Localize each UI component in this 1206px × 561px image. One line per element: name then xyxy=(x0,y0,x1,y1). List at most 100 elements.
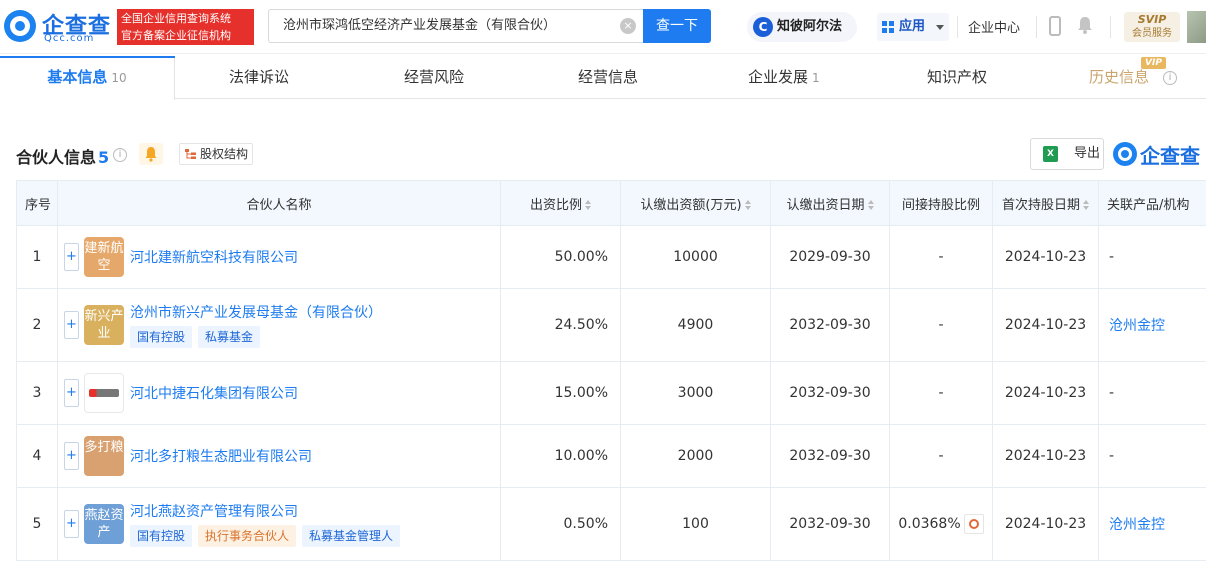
cell-ratio: 15.00% xyxy=(500,361,621,425)
company-name-link[interactable]: 沧州市新兴产业发展母基金（有限合伙） xyxy=(130,302,382,322)
table-row: 1 + 建新航空 河北建新航空科技有限公司 50.00% 10000 2029-… xyxy=(16,225,1206,289)
cell-partner: + 燕赵资产 河北燕赵资产管理有限公司 国有控股 执行事务合伙人 私募基金管理人 xyxy=(57,487,501,561)
equity-tree-icon xyxy=(185,149,196,159)
company-tags: 国有控股 执行事务合伙人 私募基金管理人 xyxy=(130,525,406,547)
table-row: 3 + 河北中捷石化集团有限公司 15.00% 3000 2032-09-30 … xyxy=(16,361,1206,425)
col-header-index: 序号 xyxy=(16,180,58,226)
sort-icon xyxy=(585,200,591,210)
svip-button[interactable]: SVIP 会员服务 xyxy=(1124,12,1180,42)
tab-business-info[interactable]: 经营信息 xyxy=(578,56,638,99)
apps-menu-button[interactable]: 应用 xyxy=(877,13,949,41)
cell-amount: 4900 xyxy=(620,288,771,362)
search-input[interactable]: 沧州市琛鸿低空经济产业发展基金（有限合伙） xyxy=(268,9,643,43)
cell-indirect: - xyxy=(889,288,993,362)
holding-chain-icon[interactable] xyxy=(963,514,984,534)
cell-partner: + 建新航空 河北建新航空科技有限公司 xyxy=(57,225,501,289)
equity-structure-label: 股权结构 xyxy=(200,147,249,161)
cell-indirect: 0.0368% xyxy=(889,487,993,561)
tab-label: 经营风险 xyxy=(404,68,465,86)
company-logo[interactable]: 建新航空 xyxy=(84,237,124,277)
expand-plus-icon[interactable]: + xyxy=(64,379,79,407)
related-org-link[interactable]: 沧州金控 xyxy=(1109,517,1165,533)
tab-ip[interactable]: 知识产权 xyxy=(927,56,987,99)
col-header-label: 认缴出资日期 xyxy=(786,197,865,213)
brand-watermark: 企查查 xyxy=(1113,140,1206,170)
company-name-link[interactable]: 河北多打粮生态肥业有限公司 xyxy=(130,446,312,466)
company-logo[interactable]: 多打粮 xyxy=(84,436,124,476)
tab-basic-info[interactable]: 基本信息 10 xyxy=(0,56,175,100)
header-divider xyxy=(1110,16,1111,38)
cell-index: 1 xyxy=(16,225,58,289)
tag-state-owned[interactable]: 国有控股 xyxy=(130,326,193,348)
cell-ratio: 10.00% xyxy=(500,424,621,488)
cell-partner: + 新兴产业 沧州市新兴产业发展母基金（有限合伙） 国有控股 私募基金 xyxy=(57,288,501,362)
col-header-ratio[interactable]: 出资比例 xyxy=(500,180,621,226)
col-header-name: 合伙人名称 xyxy=(57,180,501,226)
col-header-date[interactable]: 认缴出资日期 xyxy=(770,180,890,226)
cell-index: 4 xyxy=(16,424,58,488)
notification-bell-icon[interactable] xyxy=(1076,15,1094,35)
company-name-link[interactable]: 河北燕赵资产管理有限公司 xyxy=(130,501,298,521)
apps-grid-icon xyxy=(882,21,894,33)
user-avatar[interactable] xyxy=(1187,11,1206,43)
cell-first-date: 2024-10-23 xyxy=(992,487,1099,561)
cell-date: 2032-09-30 xyxy=(770,424,890,488)
col-header-amount[interactable]: 认缴出资额(万元) xyxy=(620,180,771,226)
slogan-banner: 全国企业信用查询系统 官方备案企业征信机构 xyxy=(117,9,254,45)
business-center-link[interactable]: 企业中心 xyxy=(968,17,1020,36)
cell-related: - xyxy=(1098,225,1206,289)
cell-index: 5 xyxy=(16,487,58,561)
zbae-button[interactable]: C 知彼阿尔法 xyxy=(747,12,857,42)
tab-litigation[interactable]: 法律诉讼 xyxy=(229,56,289,99)
tab-label: 知识产权 xyxy=(927,68,988,86)
search-button[interactable]: 查一下 xyxy=(643,9,711,43)
company-name-link[interactable]: 河北中捷石化集团有限公司 xyxy=(130,383,298,403)
tab-label: 法律诉讼 xyxy=(229,68,290,86)
tab-label: 历史信息 xyxy=(1089,68,1150,86)
tab-label: 经营信息 xyxy=(578,68,639,86)
tag-fund-manager[interactable]: 私募基金管理人 xyxy=(302,525,401,547)
expand-plus-icon[interactable]: + xyxy=(64,243,79,271)
company-logo[interactable]: 新兴产业 xyxy=(84,305,124,345)
site-logo[interactable]: 企查查 Qcc.com xyxy=(4,8,116,46)
info-icon[interactable]: i xyxy=(1163,71,1177,85)
tag-state-owned[interactable]: 国有控股 xyxy=(130,525,193,547)
cell-related: 沧州金控 xyxy=(1098,288,1206,362)
related-org-link[interactable]: 沧州金控 xyxy=(1109,318,1165,334)
caret-down-icon xyxy=(936,25,944,30)
header-divider xyxy=(1036,16,1037,38)
tag-private-fund[interactable]: 私募基金 xyxy=(198,326,261,348)
mobile-icon[interactable] xyxy=(1049,16,1061,36)
expand-plus-icon[interactable]: + xyxy=(64,311,79,339)
cell-ratio: 0.50% xyxy=(500,487,621,561)
cell-amount: 100 xyxy=(620,487,771,561)
company-logo-image[interactable] xyxy=(84,373,124,413)
cell-amount: 2000 xyxy=(620,424,771,488)
tab-history[interactable]: 历史信息 xyxy=(1089,56,1149,99)
expand-plus-icon[interactable]: + xyxy=(64,510,79,538)
cell-indirect: - xyxy=(889,361,993,425)
subscribe-bell-button[interactable] xyxy=(139,143,163,165)
tab-count: 1 xyxy=(812,71,820,85)
table-row: 4 + 多打粮 河北多打粮生态肥业有限公司 10.00% 2000 2032-0… xyxy=(16,424,1206,488)
info-icon[interactable]: i xyxy=(113,148,127,162)
company-tags: 国有控股 私募基金 xyxy=(130,326,266,348)
cell-partner: + 多打粮 河北多打粮生态肥业有限公司 xyxy=(57,424,501,488)
expand-plus-icon[interactable]: + xyxy=(64,442,79,470)
cell-date: 2032-09-30 xyxy=(770,487,890,561)
tab-operating-risk[interactable]: 经营风险 xyxy=(404,56,464,99)
zbae-logo-icon: C xyxy=(753,17,773,37)
equity-structure-button[interactable]: 股权结构 xyxy=(179,143,253,165)
export-button[interactable]: X 导出 xyxy=(1030,138,1104,170)
svip-label: SVIP xyxy=(1137,13,1167,26)
company-logo[interactable]: 燕赵资产 xyxy=(84,504,124,544)
company-name-link[interactable]: 河北建新航空科技有限公司 xyxy=(130,247,298,267)
cell-date: 2029-09-30 xyxy=(770,225,890,289)
tab-label: 基本信息 xyxy=(47,68,108,86)
clear-search-icon[interactable]: × xyxy=(620,18,636,34)
tag-executive-partner[interactable]: 执行事务合伙人 xyxy=(198,525,297,547)
cell-index: 3 xyxy=(16,361,58,425)
tab-development[interactable]: 企业发展 1 xyxy=(748,56,820,99)
col-header-first-date[interactable]: 首次持股日期 xyxy=(992,180,1099,226)
cell-amount: 3000 xyxy=(620,361,771,425)
